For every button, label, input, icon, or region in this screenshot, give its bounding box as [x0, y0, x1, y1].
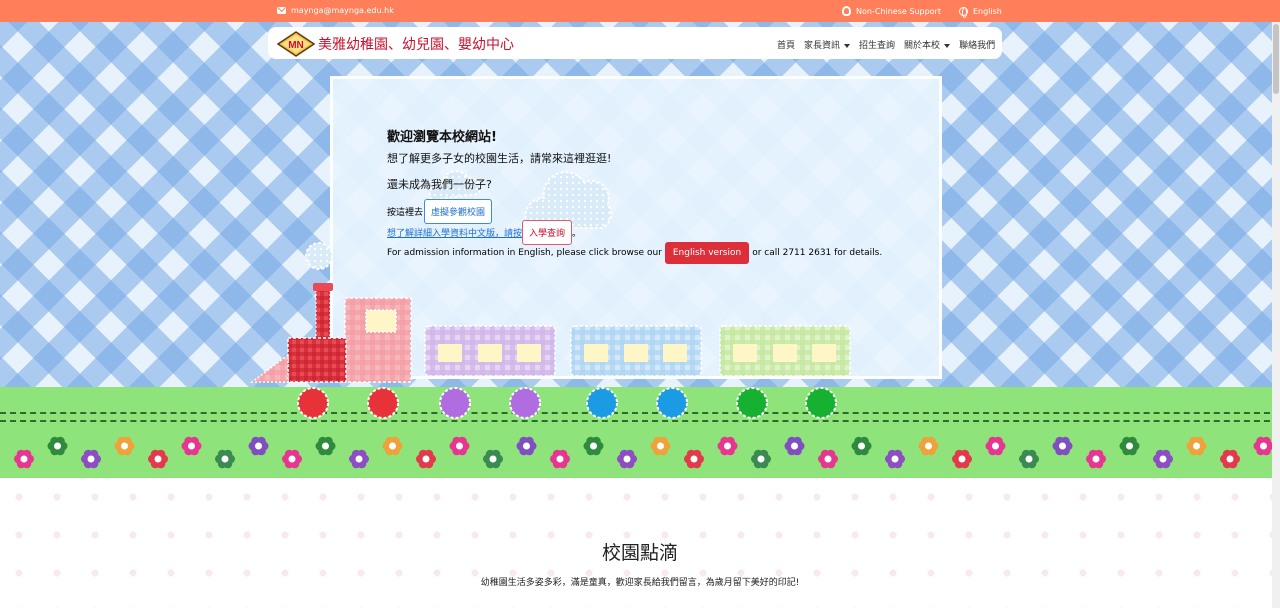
- school-logo[interactable]: MN: [277, 31, 315, 57]
- english-row: For admission information in English, pl…: [387, 242, 882, 264]
- hero-subtitle: 想了解更多子女的校園生活，請常來這裡逛逛!: [387, 152, 612, 165]
- admission-link[interactable]: 想了解詳細入學資料中文版，請按: [387, 226, 522, 239]
- hero-title: 歡迎瀏覽本校網站!: [387, 130, 497, 145]
- language-label: English: [972, 6, 1002, 16]
- virtual-tour-prefix: 按這裡去: [387, 208, 424, 218]
- nav-item-contact[interactable]: 聯絡我們: [959, 38, 995, 51]
- nav-item-admission[interactable]: 招生查詢: [859, 38, 895, 51]
- navbar: MN 美雅幼稚園、幼兒園、嬰幼中心 首頁 家長資訊 招生查詢 關於本校 聯絡我們: [268, 27, 1002, 59]
- brand-name[interactable]: 美雅幼稚園、幼兒園、嬰幼中心: [318, 34, 514, 54]
- main-nav: 首頁 家長資訊 招生查詢 關於本校 聯絡我們: [777, 38, 995, 51]
- admission-suffix: 。: [572, 229, 582, 239]
- top-bar: maynga@maynga.edu.hk Non-Chinese Support…: [0, 0, 1280, 22]
- nav-item-parent-info[interactable]: 家長資訊: [804, 38, 850, 51]
- email-link[interactable]: maynga@maynga.edu.hk: [277, 6, 394, 15]
- ear-icon: [842, 6, 851, 16]
- section-description: 幼稚園生活多姿多彩，滿是童真，歡迎家長給我們留言，為歲月留下美好的印記!: [480, 578, 800, 588]
- scrollbar-track[interactable]: [1272, 22, 1280, 608]
- hero-question: 還未成為我們一份子?: [387, 178, 492, 191]
- non-chinese-support-link[interactable]: Non-Chinese Support: [842, 6, 941, 16]
- track-line: [0, 412, 1280, 414]
- english-version-button[interactable]: English version: [664, 242, 750, 264]
- nav-item-about[interactable]: 關於本校: [904, 38, 950, 51]
- nav-item-home[interactable]: 首頁: [777, 38, 795, 51]
- track-line: [0, 420, 1280, 422]
- logo-text: MN: [288, 40, 304, 51]
- non-chinese-support-label: Non-Chinese Support: [856, 6, 941, 16]
- top-bar-links: Non-Chinese Support English: [842, 6, 1002, 18]
- language-switch[interactable]: English: [958, 6, 1002, 18]
- english-suffix: or call 2711 2631 for details.: [752, 248, 883, 258]
- globe-icon: [958, 6, 968, 18]
- grass-strip: [0, 387, 1280, 478]
- english-prefix: For admission information in English, pl…: [387, 248, 662, 258]
- section-title: 校園點滴: [601, 542, 678, 564]
- mail-icon: [277, 7, 286, 14]
- scrollbar-thumb[interactable]: [1273, 24, 1279, 94]
- email-text: maynga@maynga.edu.hk: [291, 6, 394, 15]
- hero-text: 歡迎瀏覽本校網站! 想了解更多子女的校園生活，請常來這裡逛逛! 還未成為我們一份…: [387, 126, 611, 191]
